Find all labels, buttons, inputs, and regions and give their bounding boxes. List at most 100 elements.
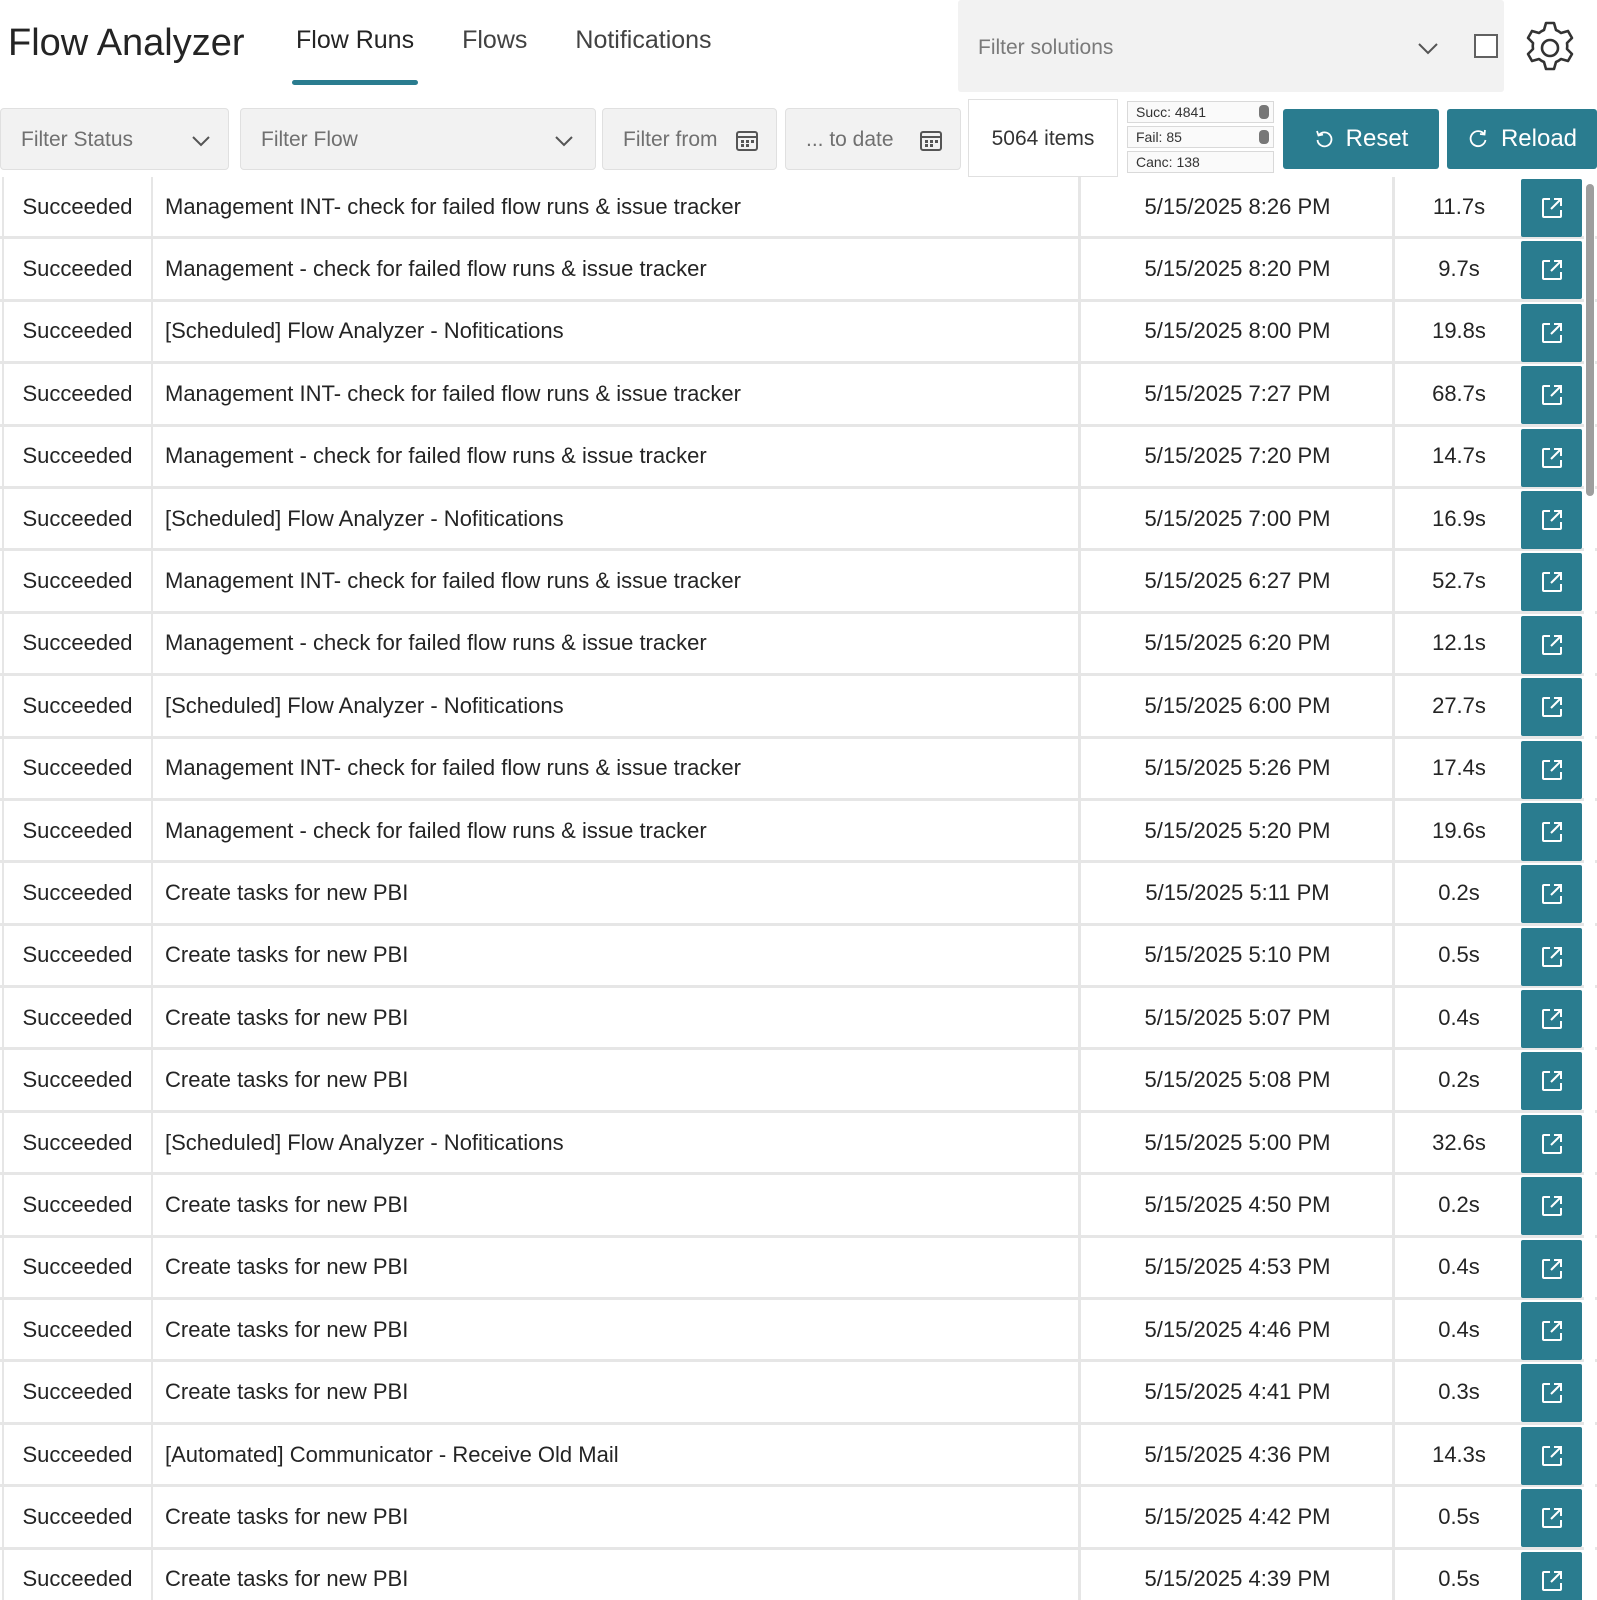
run-flow-name: [Automated] Communicator - Receive Old M… (155, 1424, 1081, 1485)
table-row[interactable]: Succeeded [Scheduled] Flow Analyzer - Nof… (0, 301, 1597, 365)
run-duration: 14.7s (1432, 443, 1486, 469)
date-from-input[interactable]: Filter from (602, 108, 777, 170)
open-run-button[interactable] (1521, 490, 1582, 549)
open-run-button[interactable] (1521, 1426, 1582, 1485)
solutions-checkbox[interactable] (1474, 34, 1498, 58)
open-external-icon (1539, 1568, 1565, 1594)
table-row[interactable]: Succeeded Management INT- check for faile… (0, 551, 1597, 614)
run-duration: 9.7s (1438, 256, 1480, 282)
open-run-button[interactable] (1521, 1177, 1582, 1236)
open-run-button[interactable] (1521, 553, 1582, 612)
run-flow-name: Management INT- check for failed flow ru… (155, 551, 1081, 611)
run-status: Succeeded (2, 1362, 153, 1422)
refresh-icon (1469, 129, 1487, 148)
tab-notifications[interactable]: Notifications (575, 26, 711, 86)
table-row[interactable]: Succeeded Management INT- check for faile… (0, 177, 1597, 240)
table-row[interactable]: Succeeded Management - check for failed f… (0, 239, 1597, 302)
reload-button-label: Reload (1500, 125, 1578, 152)
table-row[interactable]: Succeeded Create tasks for new PBI 5/15/20… (0, 1300, 1597, 1363)
open-run-button[interactable] (1521, 1052, 1582, 1111)
table-row[interactable]: Succeeded Create tasks for new PBI 5/15/20… (0, 925, 1597, 989)
run-start-time: 5/15/2025 7:27 PM (1083, 364, 1395, 424)
table-row[interactable]: Succeeded [Scheduled] Flow Analyzer - Nof… (0, 488, 1597, 552)
open-run-button[interactable] (1521, 1302, 1582, 1361)
open-run-button[interactable] (1521, 1551, 1582, 1600)
table-row[interactable]: Succeeded [Automated] Communicator - Rece… (0, 1424, 1597, 1488)
table-row[interactable]: Succeeded Create tasks for new PBI 5/15/20… (0, 1549, 1597, 1600)
open-run-button[interactable] (1521, 1239, 1582, 1298)
run-flow-name: [Scheduled] Flow Analyzer - Nofitication… (155, 676, 1081, 736)
run-status: Succeeded (2, 1050, 153, 1110)
open-run-button[interactable] (1521, 179, 1582, 237)
date-to-input[interactable]: ... to date (785, 108, 961, 170)
run-flow-name: [Scheduled] Flow Analyzer - Nofitication… (155, 1112, 1081, 1173)
open-run-button[interactable] (1521, 303, 1582, 362)
tab-flows[interactable]: Flows (462, 26, 527, 86)
open-external-icon (1539, 757, 1565, 783)
open-run-button[interactable] (1521, 927, 1582, 986)
run-duration: 68.7s (1432, 380, 1486, 406)
open-run-button[interactable] (1521, 990, 1582, 1049)
solutions-filter-dropdown[interactable]: Filter solutions (958, 0, 1504, 92)
table-row[interactable]: Succeeded Create tasks for new PBI 5/15/20… (0, 1362, 1597, 1425)
open-external-icon (1539, 1006, 1565, 1032)
items-count: 5064 items (968, 99, 1118, 177)
reset-button[interactable]: Reset (1283, 109, 1439, 169)
run-duration: 0.3s (1438, 1379, 1480, 1405)
run-status: Succeeded (2, 426, 153, 486)
run-duration: 19.6s (1432, 817, 1486, 843)
open-run-button[interactable] (1521, 802, 1582, 861)
run-status: Succeeded (2, 1549, 153, 1600)
run-flow-name: Management INT- check for failed flow ru… (155, 738, 1081, 798)
open-run-button[interactable] (1521, 428, 1582, 487)
open-run-button[interactable] (1521, 1489, 1582, 1548)
table-row[interactable]: Succeeded Create tasks for new PBI 5/15/20… (0, 1237, 1597, 1301)
table-row[interactable]: Succeeded Create tasks for new PBI 5/15/20… (0, 863, 1597, 926)
run-duration: 0.2s (1438, 1191, 1480, 1217)
flow-filter-dropdown[interactable]: Filter Flow (240, 108, 596, 170)
table-row[interactable]: Succeeded Management - check for failed f… (0, 613, 1597, 677)
table-scrollbar[interactable] (1584, 180, 1595, 1600)
table-row[interactable]: Succeeded Management INT- check for faile… (0, 738, 1597, 801)
run-duration: 32.6s (1432, 1129, 1486, 1155)
reload-button[interactable]: Reload (1447, 109, 1597, 169)
open-run-button[interactable] (1521, 678, 1582, 737)
run-start-time: 5/15/2025 5:11 PM (1083, 863, 1395, 923)
table-row[interactable]: Succeeded Management INT- check for faile… (0, 364, 1597, 427)
tab-flow-runs[interactable]: Flow Runs (291, 26, 419, 86)
table-row[interactable]: Succeeded Create tasks for new PBI 5/15/20… (0, 1487, 1597, 1550)
table-row[interactable]: Succeeded Create tasks for new PBI 5/15/20… (0, 1050, 1597, 1113)
open-run-button[interactable] (1521, 865, 1582, 924)
open-run-button[interactable] (1521, 1114, 1582, 1173)
run-start-time: 5/15/2025 4:46 PM (1083, 1300, 1395, 1360)
run-start-time: 5/15/2025 6:00 PM (1083, 676, 1395, 736)
open-run-button[interactable] (1521, 1364, 1582, 1423)
failed-count-label: Fail: 85 (1136, 129, 1182, 145)
table-row[interactable]: Succeeded Create tasks for new PBI 5/15/20… (0, 988, 1597, 1051)
table-row[interactable]: Succeeded Management - check for failed f… (0, 800, 1597, 864)
run-duration: 11.7s (1432, 193, 1486, 219)
run-flow-name: Create tasks for new PBI (155, 1237, 1081, 1298)
status-filter-dropdown[interactable]: Filter Status (0, 108, 229, 170)
open-run-button[interactable] (1521, 366, 1582, 425)
run-status: Succeeded (2, 1175, 153, 1235)
scrollbar-thumb[interactable] (1586, 184, 1594, 496)
run-duration: 0.4s (1438, 1316, 1480, 1342)
open-run-button[interactable] (1521, 740, 1582, 799)
open-external-icon (1539, 632, 1565, 658)
open-run-button[interactable] (1521, 241, 1582, 300)
run-flow-name: Create tasks for new PBI (155, 1487, 1081, 1547)
run-flow-name: Management - check for failed flow runs … (155, 239, 1081, 299)
run-flow-name: Management - check for failed flow runs … (155, 426, 1081, 486)
run-duration: 52.7s (1432, 568, 1486, 594)
table-row[interactable]: Succeeded Create tasks for new PBI 5/15/20… (0, 1175, 1597, 1238)
table-row[interactable]: Succeeded Management - check for failed f… (0, 426, 1597, 489)
open-run-button[interactable] (1521, 615, 1582, 674)
table-row[interactable]: Succeeded [Scheduled] Flow Analyzer - Nof… (0, 1112, 1597, 1176)
open-external-icon (1539, 1256, 1565, 1282)
run-status: Succeeded (2, 488, 153, 549)
gear-icon[interactable] (1521, 19, 1579, 77)
status-filter-placeholder: Filter Status (21, 128, 134, 151)
table-row[interactable]: Succeeded [Scheduled] Flow Analyzer - Nof… (0, 676, 1597, 739)
open-external-icon (1539, 881, 1565, 907)
